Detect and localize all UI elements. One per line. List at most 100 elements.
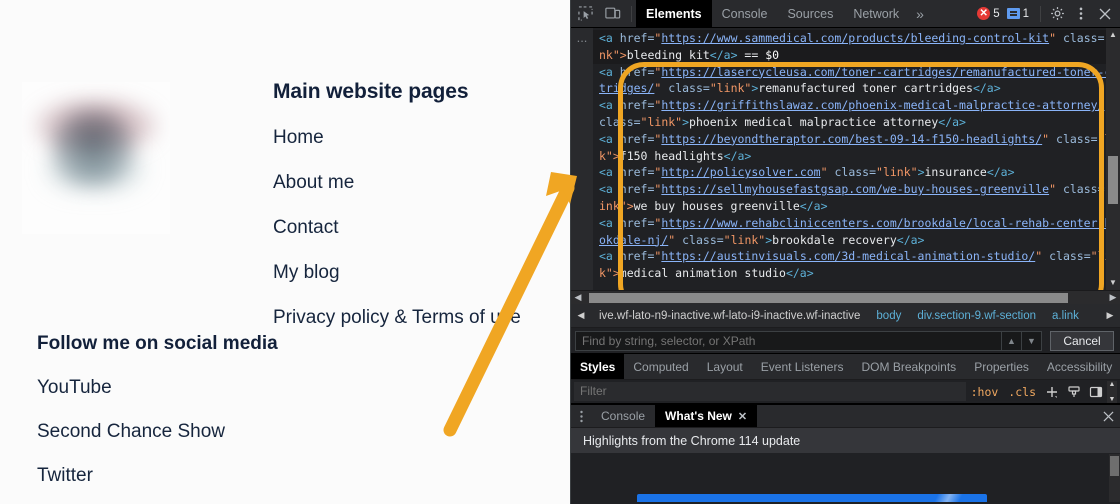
nav-link-about-me[interactable]: About me (273, 172, 563, 194)
tab-dom-breakpoints[interactable]: DOM Breakpoints (852, 354, 965, 379)
search-input[interactable] (575, 331, 1002, 351)
dom-code-line[interactable]: tridges/" class="link">remanufactured to… (593, 80, 1120, 97)
breadcrumb-item-body[interactable]: body (868, 310, 909, 322)
social-link-youtube[interactable]: YouTube (37, 377, 337, 399)
hscroll-thumb[interactable] (589, 293, 1068, 303)
code-token-lnk[interactable]: tridges/ (599, 81, 654, 95)
dom-code-line[interactable]: <a href="https://lasercycleusa.com/toner… (593, 64, 1120, 81)
breadcrumb-item-classlist[interactable]: ive.wf-lato-n9-inactive.wf-lato-i9-inact… (591, 310, 868, 322)
dom-code-line[interactable]: k">medical animation studio</a> (593, 265, 1120, 282)
hov-toggle-button[interactable]: :hov (966, 385, 1004, 399)
dom-code-line[interactable]: <a href="https://www.rehabcliniccenters.… (593, 215, 1120, 232)
error-count-badge[interactable]: ✕ 5 (977, 7, 999, 20)
tab-accessibility[interactable]: Accessibility (1038, 354, 1120, 379)
dom-code-lines[interactable]: <a href="https://www.sammedical.com/prod… (593, 28, 1120, 290)
code-token-attr: class= (599, 115, 641, 129)
cls-toggle-button[interactable]: .cls (1003, 385, 1041, 399)
code-token-txt: brookdale recovery (772, 233, 897, 247)
hscroll-track[interactable] (585, 292, 1106, 304)
dom-code-line[interactable]: okdale-nj/" class="link">brookdale recov… (593, 232, 1120, 249)
breadcrumb-scroll-left-icon[interactable]: ◀ (571, 310, 591, 321)
more-tabs-chevron-icon[interactable]: » (909, 0, 931, 28)
nav-link-home[interactable]: Home (273, 127, 563, 149)
whats-new-scrollbar[interactable] (1109, 454, 1120, 502)
code-token-lnk[interactable]: https://griffithslawaz.com/phoenix-medic… (661, 98, 1104, 112)
close-icon[interactable] (1093, 2, 1117, 26)
dom-scroll-thumb[interactable] (1108, 156, 1118, 204)
gutter-ellipsis[interactable]: ... (571, 28, 593, 46)
drawer-close-icon[interactable] (1096, 405, 1120, 427)
search-prev-icon[interactable]: ▲ (1002, 331, 1022, 351)
breadcrumb-item-a-link[interactable]: a.link (1044, 310, 1087, 322)
panel-toggle-icon[interactable] (1085, 382, 1107, 402)
code-token-attr: class= (1063, 182, 1105, 196)
code-token-tag: </a> (987, 165, 1015, 179)
dom-code-line[interactable]: <a href="https://griffithslawaz.com/phoe… (593, 97, 1120, 114)
hscroll-left-arrow-icon[interactable]: ◀ (571, 292, 585, 303)
toolbar-divider-2 (1040, 6, 1041, 22)
plus-icon[interactable] (1041, 382, 1063, 402)
kebab-menu-icon[interactable] (1069, 2, 1093, 26)
scroll-up-arrow-icon[interactable]: ▲ (1106, 28, 1120, 42)
drawer-tab-close-icon[interactable]: ✕ (738, 410, 747, 423)
code-token-val: nk"> (599, 48, 627, 62)
drawer-tab-whats-new[interactable]: What's New ✕ (655, 405, 757, 427)
paintbrush-icon[interactable] (1063, 382, 1085, 402)
tab-layout[interactable]: Layout (698, 354, 752, 379)
tab-event-listeners[interactable]: Event Listeners (752, 354, 853, 379)
social-link-twitter[interactable]: Twitter (37, 465, 337, 487)
gear-icon[interactable] (1045, 2, 1069, 26)
whats-new-scroll-thumb[interactable] (1110, 456, 1119, 476)
tab-properties[interactable]: Properties (965, 354, 1038, 379)
code-token-lnk[interactable]: http://policysolver.com (661, 165, 820, 179)
social-link-second-chance-show[interactable]: Second Chance Show (37, 421, 337, 443)
search-cancel-button[interactable]: Cancel (1050, 331, 1114, 351)
message-count-badge[interactable]: 1 (1007, 8, 1029, 20)
code-token-lnk[interactable]: https://www.sammedical.com/products/blee… (661, 31, 1049, 45)
dom-code-line[interactable]: nk">bleeding kit</a> == $0 (593, 47, 1120, 64)
nav-link-my-blog[interactable]: My blog (273, 262, 563, 284)
tab-styles[interactable]: Styles (571, 354, 624, 379)
device-toolbar-icon[interactable] (599, 1, 627, 27)
nav-link-privacy-terms[interactable]: Privacy policy & Terms of use (273, 307, 563, 329)
code-token-lnk[interactable]: https://sellmyhousefastgsap.com/we-buy-h… (661, 182, 1049, 196)
code-token-lnk[interactable]: https://austinvisuals.com/3d-medical-ani… (661, 249, 1035, 263)
code-token-lnk[interactable]: https://beyondtheraptor.com/best-09-14-f… (661, 132, 1042, 146)
tab-elements[interactable]: Elements (636, 0, 712, 28)
code-token-lnk[interactable]: okdale-nj/ (599, 233, 668, 247)
styles-scroll-arrows[interactable]: ▲ ▼ (1107, 381, 1117, 403)
drawer-kebab-menu-icon[interactable] (571, 405, 591, 427)
code-token-lnk[interactable]: https://lasercycleusa.com/toner-cartridg… (661, 65, 1111, 79)
styles-scroll-up-icon[interactable]: ▲ (1109, 381, 1116, 388)
tab-network[interactable]: Network (843, 0, 909, 28)
dom-vertical-scrollbar[interactable]: ▲ ▼ (1106, 28, 1120, 290)
dom-code-line[interactable]: <a href="https://austinvisuals.com/3d-me… (593, 248, 1120, 265)
dom-code-line[interactable]: <a href="http://policysolver.com" class=… (593, 164, 1120, 181)
dom-code-line[interactable]: class="link">phoenix medical malpractice… (593, 114, 1120, 131)
styles-filter-input[interactable] (574, 382, 966, 401)
styles-scroll-down-icon[interactable]: ▼ (1109, 396, 1116, 403)
drawer-tab-whats-new-label: What's New (665, 409, 732, 423)
code-token-lnk[interactable]: https://www.rehabcliniccenters.com/brook… (661, 216, 1111, 230)
tab-console[interactable]: Console (712, 0, 778, 28)
dom-code-line[interactable]: k">f150 headlights</a> (593, 148, 1120, 165)
dom-code-line[interactable]: <a href="https://www.sammedical.com/prod… (593, 30, 1120, 47)
code-token-tag: </a> (786, 266, 814, 280)
scroll-down-arrow-icon[interactable]: ▼ (1106, 276, 1120, 290)
drawer-tab-console[interactable]: Console (591, 405, 655, 427)
search-next-icon[interactable]: ▼ (1022, 331, 1042, 351)
dom-code-line[interactable]: <a href="https://beyondtheraptor.com/bes… (593, 131, 1120, 148)
code-token-txt: medical animation studio (620, 266, 786, 280)
code-token-txt: f150 headlights (620, 149, 724, 163)
dom-code-line[interactable]: <a href="https://sellmyhousefastgsap.com… (593, 181, 1120, 198)
breadcrumb-scroll-right-icon[interactable]: ▶ (1100, 310, 1120, 321)
dom-horizontal-scrollbar[interactable]: ◀ ▶ (571, 290, 1120, 304)
dom-tree-pane[interactable]: ... <a href="https://www.sammedical.com/… (571, 28, 1120, 290)
hscroll-right-arrow-icon[interactable]: ▶ (1106, 292, 1120, 303)
inspect-element-icon[interactable] (571, 1, 599, 27)
tab-sources[interactable]: Sources (777, 0, 843, 28)
tab-computed[interactable]: Computed (624, 354, 697, 379)
nav-link-contact[interactable]: Contact (273, 217, 563, 239)
dom-code-line[interactable]: ink">we buy houses greenville</a> (593, 198, 1120, 215)
breadcrumb-item-section[interactable]: div.section-9.wf-section (909, 310, 1044, 322)
